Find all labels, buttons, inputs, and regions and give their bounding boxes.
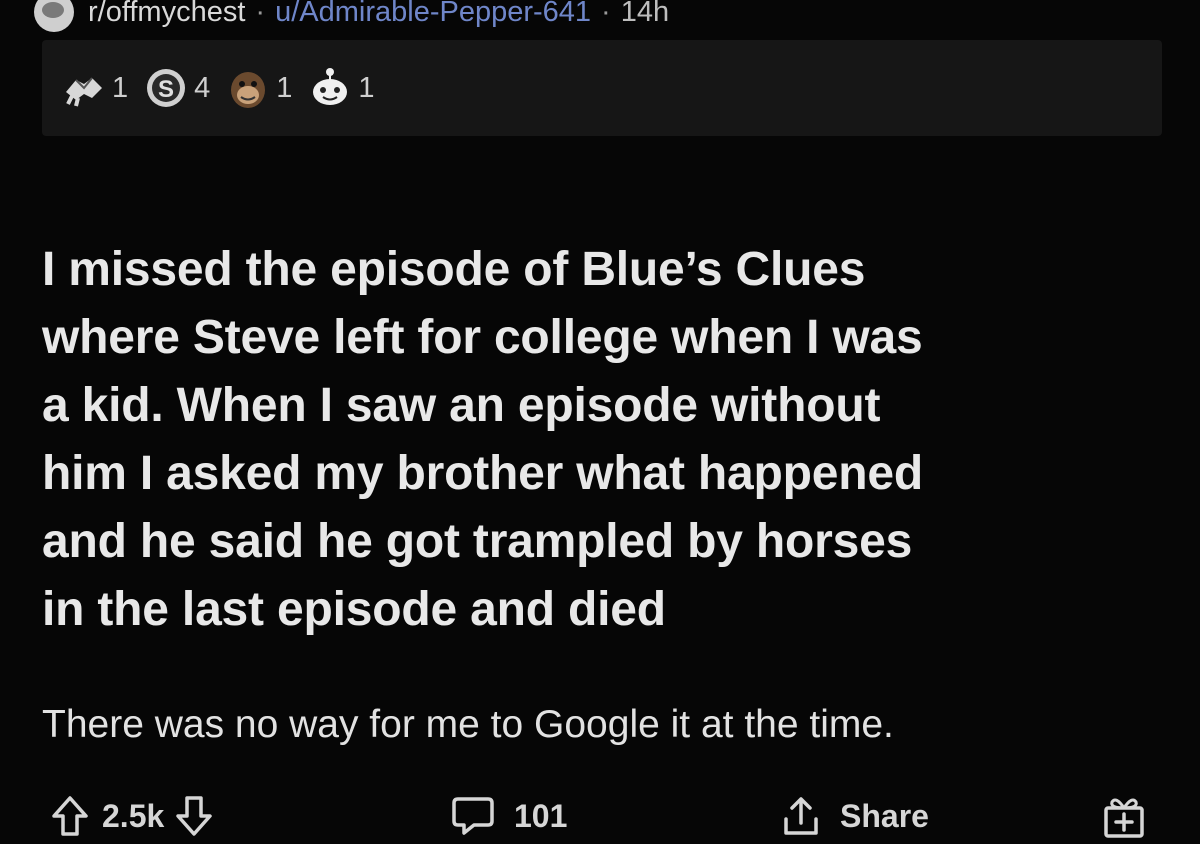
award-count: 4	[194, 71, 211, 104]
vote-control: 2.5k	[50, 788, 214, 844]
svg-text:S: S	[158, 76, 174, 103]
award-count: 1	[276, 71, 293, 104]
downvote-arrow-icon[interactable]	[174, 794, 214, 838]
award-item[interactable]: 1	[62, 66, 128, 110]
post-title[interactable]: I missed the episode of Blue’s Clues whe…	[42, 236, 1172, 644]
post-action-bar: 2.5k 101 Share	[40, 788, 1180, 844]
award-item[interactable]: 1	[226, 66, 292, 110]
meta-separator: ·	[255, 0, 266, 28]
share-label: Share	[840, 797, 929, 834]
award-count: 1	[358, 71, 375, 104]
comment-count: 101	[514, 797, 568, 834]
post-meta: r/offmychest · u/Admirable-Pepper-641 · …	[34, 0, 669, 32]
post-body: There was no way for me to Google it at …	[42, 703, 894, 746]
post-timestamp: 14h	[620, 0, 670, 28]
share-icon	[778, 793, 824, 839]
award-count: 1	[112, 71, 129, 104]
post-title-line: and he said he got trampled by horses	[42, 515, 913, 568]
post-title-line: in the last episode and died	[42, 583, 666, 636]
gift-award-icon	[1100, 792, 1148, 840]
vote-count: 2.5k	[102, 797, 165, 834]
share-button[interactable]: Share	[778, 788, 929, 844]
subreddit-link[interactable]: r/offmychest	[88, 0, 245, 29]
reddit-post-screenshot: r/offmychest · u/Admirable-Pepper-641 · …	[0, 0, 1200, 844]
award-item[interactable]: S 4	[144, 66, 210, 110]
give-award-button[interactable]	[1100, 788, 1148, 844]
post-title-line: him I asked my brother what happened	[42, 447, 923, 500]
monkey-award-icon	[226, 66, 270, 110]
meta-separator: ·	[601, 0, 611, 28]
award-item[interactable]: 1	[308, 66, 375, 110]
post-title-line: where Steve left for college when I was	[42, 311, 923, 364]
comments-button[interactable]: 101	[450, 788, 567, 844]
upvote-arrow-icon[interactable]	[50, 794, 90, 838]
author-link[interactable]: u/Admirable-Pepper-641	[275, 0, 591, 29]
post-title-line: I missed the episode of Blue’s Clues	[42, 243, 866, 296]
awards-bar[interactable]: 1 S 4 1 1	[42, 40, 1162, 136]
silver-coin-award-icon: S	[144, 66, 188, 110]
subreddit-avatar-icon[interactable]	[34, 0, 74, 32]
handshake-award-icon	[62, 66, 106, 110]
comment-bubble-icon	[450, 793, 496, 839]
snoo-face-award-icon	[308, 66, 352, 110]
post-title-line: a kid. When I saw an episode without	[42, 379, 881, 432]
